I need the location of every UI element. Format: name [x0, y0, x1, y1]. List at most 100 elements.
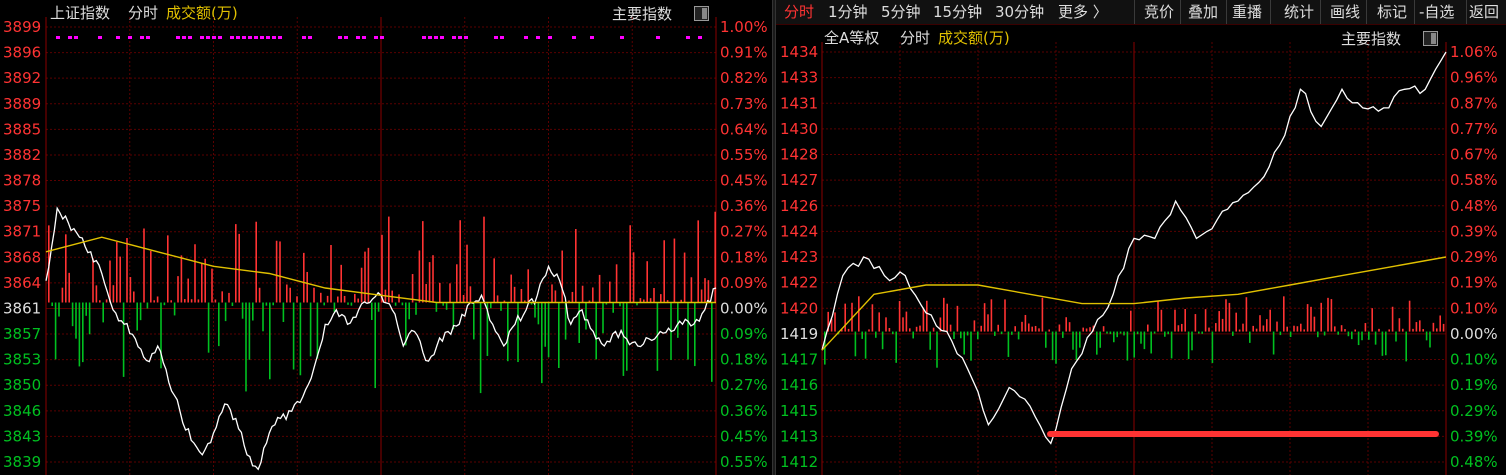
- tab-more[interactable]: 更多 〉: [1058, 0, 1108, 24]
- signal-marker: [140, 36, 144, 39]
- volume-bar-up: [939, 317, 942, 332]
- auction-button[interactable]: 竞价: [1144, 0, 1174, 24]
- tab-15min[interactable]: 15分钟: [933, 0, 982, 24]
- volume-bar-up: [666, 300, 669, 303]
- volume-bar-down: [1381, 331, 1384, 356]
- main-index-button[interactable]: 主要指数: [1341, 29, 1401, 49]
- volume-bar-up: [524, 300, 526, 303]
- panel-toggle-icon[interactable]: [694, 6, 709, 21]
- signal-marker: [440, 36, 444, 39]
- volume-bar-down: [953, 331, 955, 339]
- back-button[interactable]: 返回: [1469, 0, 1499, 24]
- volume-bar-down: [1211, 331, 1214, 363]
- volume-bar-up: [418, 250, 421, 303]
- main-index-button[interactable]: 主要指数: [612, 4, 672, 24]
- price-tick-label: 1423: [780, 248, 818, 266]
- volume-bar-down: [1143, 331, 1146, 350]
- volume-bar-up: [476, 300, 478, 303]
- volume-bar-down: [139, 302, 142, 321]
- volume-bar-up: [1300, 323, 1302, 332]
- price-tick-label: 3868: [3, 248, 41, 266]
- volume-bar-up: [1344, 329, 1346, 332]
- volume-bar-up: [690, 277, 693, 303]
- volume-bar-up: [714, 211, 716, 303]
- volume-bar-up: [551, 284, 553, 303]
- volume-bar-up: [1320, 302, 1322, 332]
- volume-bar-up: [357, 298, 359, 303]
- volume-bar-up: [841, 329, 843, 332]
- volume-bar-down: [1374, 331, 1377, 345]
- volume-bar-up: [258, 287, 261, 303]
- percent-tick-label: 0.91%: [720, 44, 768, 62]
- signal-marker: [362, 36, 366, 39]
- add-watchlist-button[interactable]: -自选: [1419, 0, 1454, 24]
- volume-bar-down: [333, 302, 336, 312]
- statistics-button[interactable]: 统计: [1284, 0, 1314, 24]
- volume-bar-up: [289, 287, 291, 303]
- price-tick-label: 1416: [780, 376, 818, 394]
- overlay-button[interactable]: 叠加: [1188, 0, 1218, 24]
- tab-1min[interactable]: 1分钟: [828, 0, 868, 24]
- volume-bar-up: [462, 295, 465, 303]
- volume-bar-up: [1398, 318, 1401, 332]
- volume-bar-up: [255, 221, 257, 303]
- volume-bar-up: [1255, 328, 1258, 332]
- percent-tick-label: 0.82%: [720, 69, 768, 87]
- signal-marker: [428, 36, 432, 39]
- volume-bar-up: [639, 298, 642, 303]
- volume-bar-up: [956, 305, 959, 332]
- volume-bar-up: [391, 290, 393, 303]
- volume-bar-up: [1354, 329, 1356, 332]
- volume-bar-down: [1289, 331, 1292, 338]
- volume-bar-up: [1204, 309, 1207, 332]
- signal-marker: [686, 36, 690, 39]
- volume-bar-down: [473, 302, 475, 340]
- volume-bar-down: [309, 302, 312, 357]
- volume-bar-up: [1439, 315, 1441, 332]
- tab-30min[interactable]: 30分钟: [995, 0, 1044, 24]
- draw-line-button[interactable]: 画线: [1330, 0, 1360, 24]
- volume-bar-down: [207, 302, 210, 353]
- panel-toggle-icon[interactable]: [1423, 31, 1438, 46]
- toolbar-separator: [1180, 0, 1181, 24]
- volume-bar-up: [643, 299, 645, 303]
- volume-bar-down: [262, 302, 264, 332]
- percent-tick-label: 0.29%: [1450, 402, 1498, 420]
- volume-bar-up: [1286, 326, 1288, 332]
- replay-button[interactable]: 重播: [1232, 0, 1262, 24]
- all-a-equal-weight-panel[interactable]: 分时 1分钟 5分钟 15分钟 30分钟 更多 〉 竞价 叠加 重播 统计 画线…: [776, 0, 1506, 475]
- volume-bar-down: [1109, 331, 1112, 335]
- percent-tick-label: 0.00%: [1450, 325, 1498, 343]
- average-price-line: [45, 236, 716, 304]
- volume-bar-up: [946, 303, 948, 332]
- volume-bar-up: [469, 286, 472, 303]
- tab-intraday[interactable]: 分时: [784, 0, 814, 24]
- signal-marker: [56, 36, 60, 39]
- volume-bar-down: [1361, 331, 1363, 341]
- volume-bar-up: [275, 240, 278, 303]
- tab-5min[interactable]: 5分钟: [881, 0, 921, 24]
- volume-bar-down: [547, 302, 550, 358]
- volume-bar-up: [384, 289, 387, 303]
- signal-marker: [116, 36, 120, 39]
- volume-bar-up: [847, 328, 850, 332]
- mark-button[interactable]: 标记: [1377, 0, 1407, 24]
- percent-tick-label: 0.36%: [720, 197, 768, 215]
- signal-marker: [146, 36, 150, 39]
- volume-bar-up: [827, 311, 829, 332]
- signal-marker: [176, 36, 180, 39]
- shanghai-index-panel[interactable]: 上证指数 分时 成交额(万) 主要指数 3899 1.00% 3896 0.91% 38…: [0, 0, 772, 475]
- volume-bar-up: [1402, 328, 1404, 332]
- volume-bar-up: [65, 234, 67, 303]
- shanghai-intraday-chart: 3899 1.00% 3896 0.91% 3892 0.82% 3889 0.73% 3885…: [3, 17, 768, 475]
- volume-bar-up: [1388, 329, 1390, 332]
- volume-bar-up: [1432, 322, 1435, 332]
- index-title: 上证指数: [50, 4, 111, 22]
- price-tick-label: 3896: [3, 44, 41, 62]
- volume-bar-down: [1351, 331, 1353, 340]
- volume-bar-down: [963, 331, 965, 355]
- price-tick-label: 1412: [780, 453, 818, 471]
- volume-bar-down: [994, 331, 996, 336]
- volume-bar-down: [507, 302, 509, 362]
- price-tick-label: 1430: [780, 120, 818, 138]
